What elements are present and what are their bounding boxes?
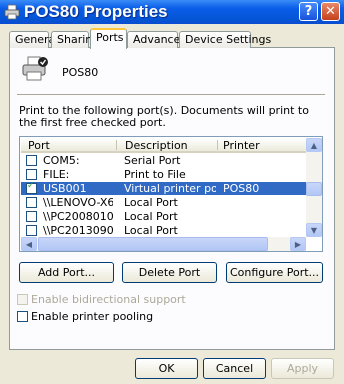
list-header: Port Description Printer: [21, 138, 306, 153]
tab-general[interactable]: General: [9, 31, 58, 48]
port-checkbox[interactable]: [26, 211, 37, 222]
cancel-button[interactable]: Cancel: [203, 358, 266, 379]
scroll-up-icon[interactable]: ▲: [306, 138, 322, 152]
description-cell: Serial Port: [124, 154, 181, 167]
horizontal-scroll-thumb[interactable]: [38, 237, 268, 251]
port-checkbox[interactable]: [26, 169, 37, 180]
bidirectional-support-checkbox[interactable]: [17, 294, 28, 305]
printer-pooling-checkbox[interactable]: [17, 311, 28, 322]
table-row[interactable]: COM5: Serial Port: [21, 154, 306, 167]
separator: [17, 94, 325, 95]
column-header-description[interactable]: Description: [125, 139, 188, 152]
printer-pooling-label: Enable printer pooling: [31, 310, 154, 323]
ok-button[interactable]: OK: [135, 358, 198, 379]
port-checkbox[interactable]: [26, 225, 37, 236]
help-button[interactable]: ?: [299, 2, 318, 21]
bidirectional-support-label: Enable bidirectional support: [31, 293, 186, 306]
ports-description: Print to the following port(s). Document…: [19, 104, 309, 129]
vertical-scrollbar[interactable]: ▲ ▼: [306, 138, 322, 237]
description-cell: Local Port: [124, 210, 178, 223]
description-cell: Local Port: [124, 196, 178, 209]
window-title: POS80 Properties: [24, 2, 168, 21]
description-cell: Virtual printer port fo...: [124, 182, 216, 195]
port-checkbox[interactable]: [26, 197, 37, 208]
column-divider[interactable]: [116, 140, 117, 150]
printer-name: POS80: [62, 66, 99, 79]
table-row[interactable]: \\PC20130902... Local Port: [21, 224, 306, 237]
tab-device-settings[interactable]: Device Settings: [179, 31, 271, 48]
description-cell: Local Port: [124, 224, 178, 237]
scroll-down-icon[interactable]: ▼: [306, 223, 322, 237]
description-cell: Print to File: [124, 168, 186, 181]
tab-advanced[interactable]: Advanced: [127, 31, 187, 48]
port-cell: \\LENOVO-X61...: [43, 196, 113, 209]
table-row[interactable]: USB001 Virtual printer port fo... POS80: [21, 181, 306, 195]
printer-cell: POS80: [223, 182, 260, 195]
table-row[interactable]: \\PC20080101... Local Port: [21, 210, 306, 223]
configure-port-button[interactable]: Configure Port...: [226, 262, 323, 283]
apply-button[interactable]: Apply: [271, 358, 334, 379]
port-cell: USB001: [43, 182, 87, 195]
port-list[interactable]: Port Description Printer COM5: Serial Po…: [19, 136, 323, 252]
vertical-scroll-thumb[interactable]: [306, 182, 322, 196]
port-checkbox[interactable]: [26, 155, 37, 166]
printer-icon: [22, 56, 48, 81]
port-checkbox[interactable]: [26, 181, 37, 194]
table-row[interactable]: FILE: Print to File: [21, 168, 306, 181]
close-button[interactable]: ✕: [321, 2, 340, 21]
horizontal-scrollbar[interactable]: ◀ ▶: [21, 237, 306, 251]
port-cell: FILE:: [43, 168, 70, 181]
port-cell: \\PC20080101...: [43, 210, 113, 223]
column-header-printer[interactable]: Printer: [223, 139, 260, 152]
scroll-left-icon[interactable]: ◀: [21, 237, 37, 251]
tab-sharing[interactable]: Sharing: [51, 31, 99, 48]
port-cell: \\PC20130902...: [43, 224, 113, 237]
add-port-button[interactable]: Add Port...: [19, 262, 114, 283]
column-header-port[interactable]: Port: [28, 139, 50, 152]
column-divider[interactable]: [217, 140, 218, 150]
table-row[interactable]: \\LENOVO-X61... Local Port: [21, 196, 306, 209]
scroll-right-icon[interactable]: ▶: [290, 237, 306, 251]
port-cell: COM5:: [43, 154, 80, 167]
delete-port-button[interactable]: Delete Port: [122, 262, 217, 283]
title-bar[interactable]: POS80 Properties ? ✕: [0, 0, 344, 24]
printer-icon: [4, 4, 20, 20]
tab-ports[interactable]: Ports: [90, 28, 127, 49]
